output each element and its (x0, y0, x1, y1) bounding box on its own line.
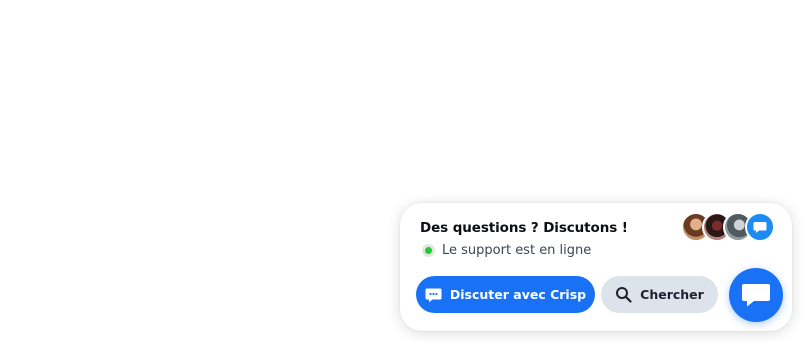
chat-bubble-icon (753, 221, 767, 233)
search-button[interactable]: Chercher (601, 276, 718, 313)
chat-button-label: Discuter avec Crisp (449, 287, 587, 302)
chat-bubble-icon (742, 284, 770, 307)
chat-bubble-icon (425, 287, 442, 303)
search-icon (615, 286, 632, 303)
status-text: Le support est en ligne (442, 243, 592, 258)
page: Des questions ? Discutons ! Le support e… (0, 0, 807, 342)
search-button-label: Chercher (640, 287, 704, 302)
widget-title: Des questions ? Discutons ! (420, 220, 628, 236)
operator-avatars (681, 212, 776, 242)
chat-with-crisp-button[interactable]: Discuter avec Crisp (416, 276, 595, 313)
chat-launcher-button[interactable] (729, 268, 783, 322)
chat-widget-popup: Des questions ? Discutons ! Le support e… (400, 203, 792, 331)
online-indicator-icon (422, 244, 435, 257)
chat-bubble-icon (745, 212, 775, 242)
online-status: Le support est en ligne (422, 243, 591, 258)
